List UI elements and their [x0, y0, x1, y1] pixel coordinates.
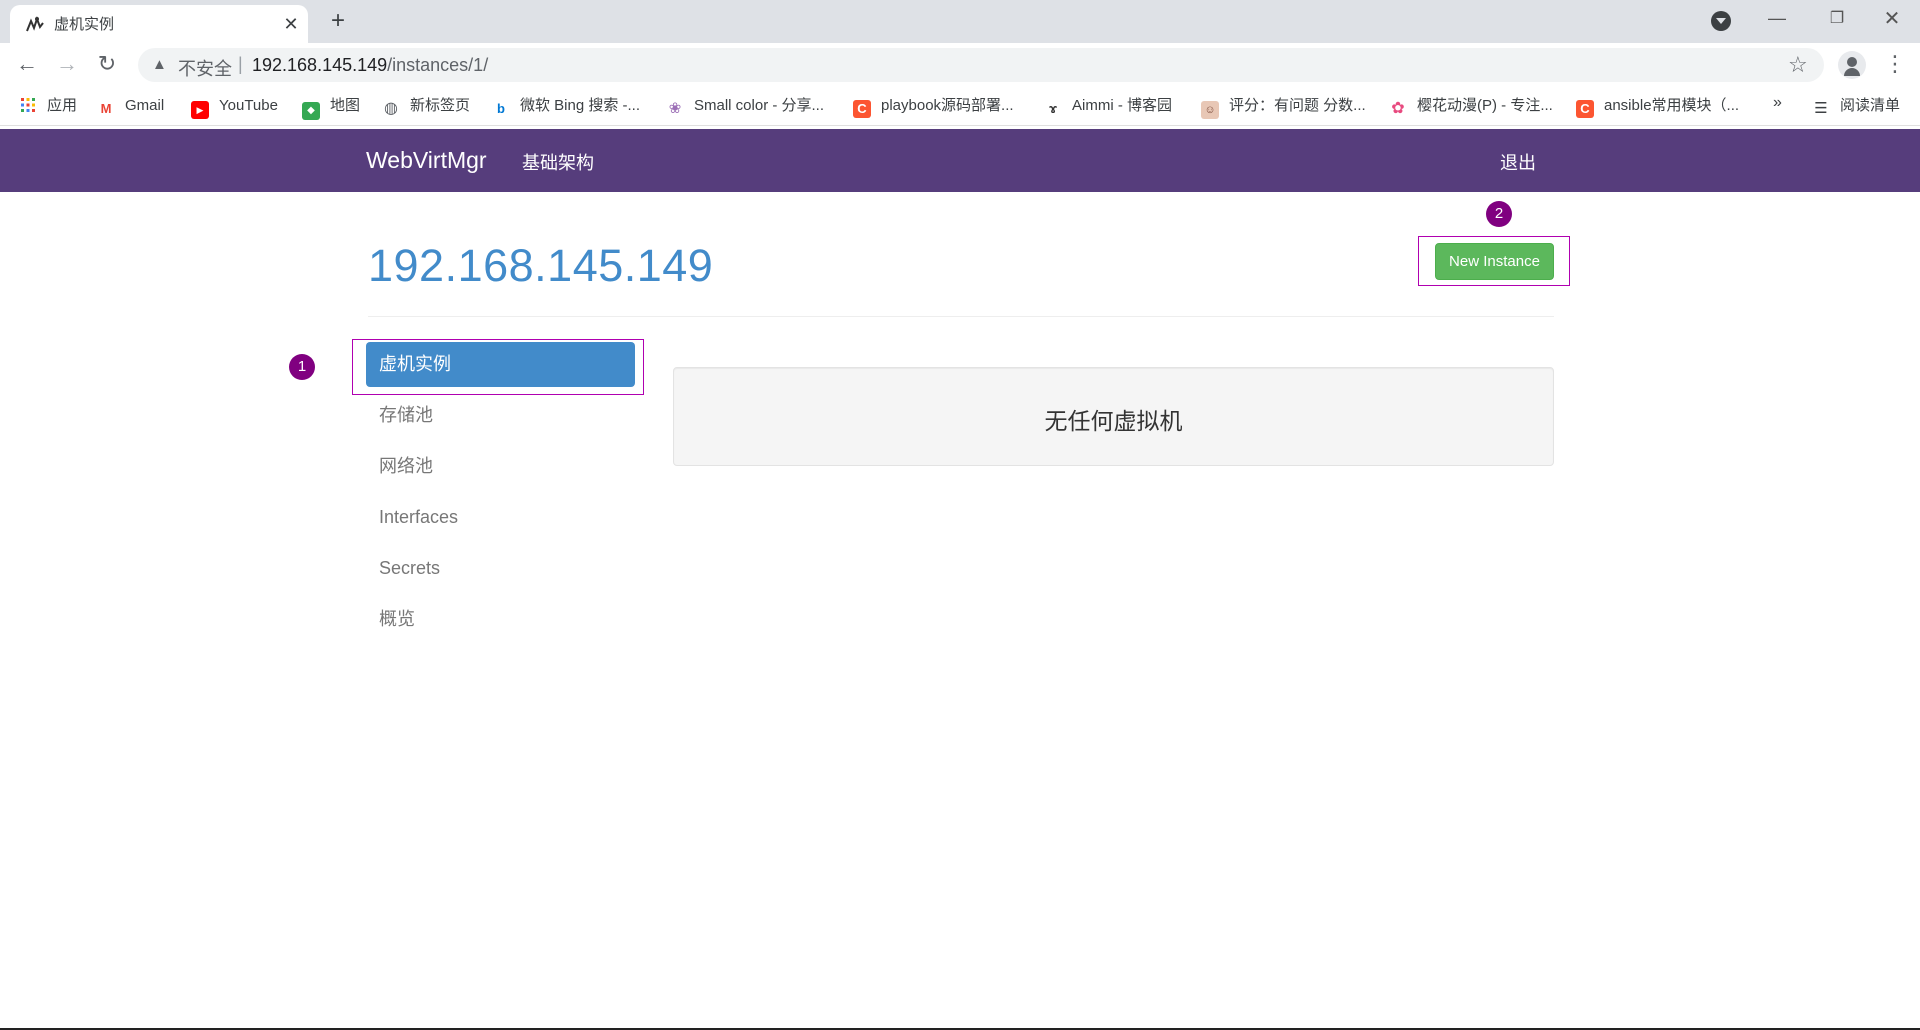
window-close-icon[interactable]: ✕: [1877, 6, 1907, 30]
minimize-icon[interactable]: —: [1762, 8, 1792, 32]
gmail-icon: M: [100, 101, 112, 116]
bookmark-label: playbook源码部署...: [881, 97, 1014, 114]
url-text[interactable]: 192.168.145.149/instances/1/: [252, 55, 488, 76]
sidebar-item-overview[interactable]: 概览: [366, 597, 635, 642]
nav-logout-link[interactable]: 退出: [1500, 149, 1536, 175]
browser-tab[interactable]: 虚机实例 ✕: [10, 5, 308, 43]
page-title: 192.168.145.149: [368, 240, 714, 291]
bookmark-label: YouTube: [219, 97, 278, 114]
bookmark-item[interactable]: ❀ Small color - 分享...: [666, 95, 824, 117]
bookmark-label: 樱花动漫(P) - 专注...: [1417, 97, 1553, 114]
annotation-marker-2: 2: [1486, 201, 1512, 227]
bookmarks-overflow-icon[interactable]: »: [1773, 94, 1782, 112]
tab-search-icon[interactable]: [1711, 11, 1731, 31]
bookmark-item[interactable]: ◆ 地图: [302, 95, 361, 120]
bookmark-item[interactable]: M Gmail: [97, 95, 165, 117]
reload-icon[interactable]: ↻: [94, 51, 120, 77]
sidebar-item-networks[interactable]: 网络池: [366, 444, 635, 489]
tab-close-icon[interactable]: ✕: [281, 14, 301, 34]
url-path: /instances/1/: [387, 55, 489, 75]
bookmarks-bar: 应用 M Gmail ▶ YouTube ◆ 地图 ◍ 新标签页 b 微软 Bing 搜索…: [0, 86, 1920, 126]
tab-title: 虚机实例: [54, 16, 115, 33]
browser-menu-icon[interactable]: ⋮: [1884, 50, 1906, 78]
empty-state-message: 无任何虚拟机: [1044, 408, 1183, 434]
bookmark-item[interactable]: ◍ 新标签页: [382, 95, 470, 117]
csdn-icon: C: [853, 100, 871, 118]
bing-icon: b: [497, 101, 505, 116]
address-bar[interactable]: ▲ 不安全 | 192.168.145.149/instances/1/ ☆: [138, 48, 1824, 82]
nav-infrastructure-link[interactable]: 基础架构: [522, 149, 594, 175]
annotation-marker-1: 1: [289, 354, 315, 380]
title-divider: [368, 316, 1554, 317]
bookmark-label: 应用: [47, 97, 78, 114]
reading-list-button[interactable]: ☰ 阅读清单: [1812, 95, 1900, 118]
cnblogs-icon: ɤ: [1049, 101, 1057, 116]
sidebar-item-secrets[interactable]: Secrets: [366, 546, 635, 591]
bookmark-label: Aimmi - 博客园: [1072, 97, 1172, 114]
bookmark-label: 微软 Bing 搜索 -...: [520, 97, 641, 114]
browser-tabstrip: 虚机实例 ✕ + — ❐ ✕: [0, 0, 1920, 43]
bookmark-item[interactable]: 应用: [19, 95, 77, 117]
sidebar-nav: 虚机实例 存储池 网络池 Interfaces Secrets 概览: [366, 342, 635, 648]
bookmark-item[interactable]: b 微软 Bing 搜索 -...: [492, 95, 640, 117]
bookmark-label: 评分：有问题 分数...: [1229, 97, 1366, 114]
youtube-icon: ▶: [191, 101, 209, 119]
profile-avatar-icon[interactable]: [1838, 51, 1866, 79]
back-arrow-icon[interactable]: ←: [14, 51, 40, 77]
bookmark-item[interactable]: Cplaybook源码部署...: [853, 95, 1014, 118]
url-host: 192.168.145.149: [252, 55, 388, 75]
empty-state-panel: 无任何虚拟机: [673, 367, 1554, 466]
bookmark-label: Gmail: [125, 97, 165, 114]
url-separator: |: [238, 54, 243, 74]
bookmark-item[interactable]: ɤ Aimmi - 博客园: [1044, 95, 1172, 117]
browser-toolbar: ← → ↻ ▲ 不安全 | 192.168.145.149/instances/…: [0, 43, 1920, 86]
csdn-icon: C: [1576, 100, 1594, 118]
bookmark-item[interactable]: ✿ 樱花动漫(P) - 专注...: [1389, 95, 1553, 117]
reading-list-icon: ☰: [1814, 100, 1828, 117]
new-tab-button[interactable]: +: [325, 9, 351, 35]
app-navbar: WebVirtMgr 基础架构 退出: [0, 129, 1920, 192]
avatar-icon: ☺: [1201, 101, 1219, 119]
maps-icon: ◆: [302, 102, 320, 120]
warning-triangle-icon[interactable]: ▲: [152, 56, 167, 73]
sidebar-item-instances[interactable]: 虚机实例: [366, 342, 635, 387]
sakura-icon: ✿: [1391, 100, 1405, 117]
forward-arrow-icon[interactable]: →: [54, 51, 80, 77]
bookmark-item[interactable]: Cansible常用模块（...: [1576, 95, 1740, 118]
bookmark-item[interactable]: ▶ YouTube: [191, 95, 278, 119]
sidebar-item-storage[interactable]: 存储池: [366, 393, 635, 438]
webvirtmgr-favicon-icon: [25, 15, 45, 35]
bookmark-label: Small color - 分享...: [694, 97, 825, 114]
apps-grid-icon: [19, 97, 37, 115]
bookmark-label: 新标签页: [410, 97, 471, 114]
sidebar-item-interfaces[interactable]: Interfaces: [366, 495, 635, 540]
new-instance-button[interactable]: New Instance: [1435, 243, 1554, 280]
brand-link[interactable]: WebVirtMgr: [366, 147, 487, 174]
not-secure-label[interactable]: 不安全: [178, 55, 232, 81]
reading-list-label: 阅读清单: [1840, 97, 1901, 114]
bookmark-star-icon[interactable]: ☆: [1788, 52, 1808, 78]
restore-icon[interactable]: ❐: [1822, 8, 1852, 32]
bookmark-item[interactable]: ☺ 评分：有问题 分数...: [1201, 95, 1366, 119]
bookmark-label: 地图: [330, 97, 361, 114]
globe-icon: ◍: [384, 100, 398, 117]
bookmark-label: ansible常用模块（...: [1604, 97, 1740, 114]
smallcolor-icon: ❀: [668, 100, 682, 117]
